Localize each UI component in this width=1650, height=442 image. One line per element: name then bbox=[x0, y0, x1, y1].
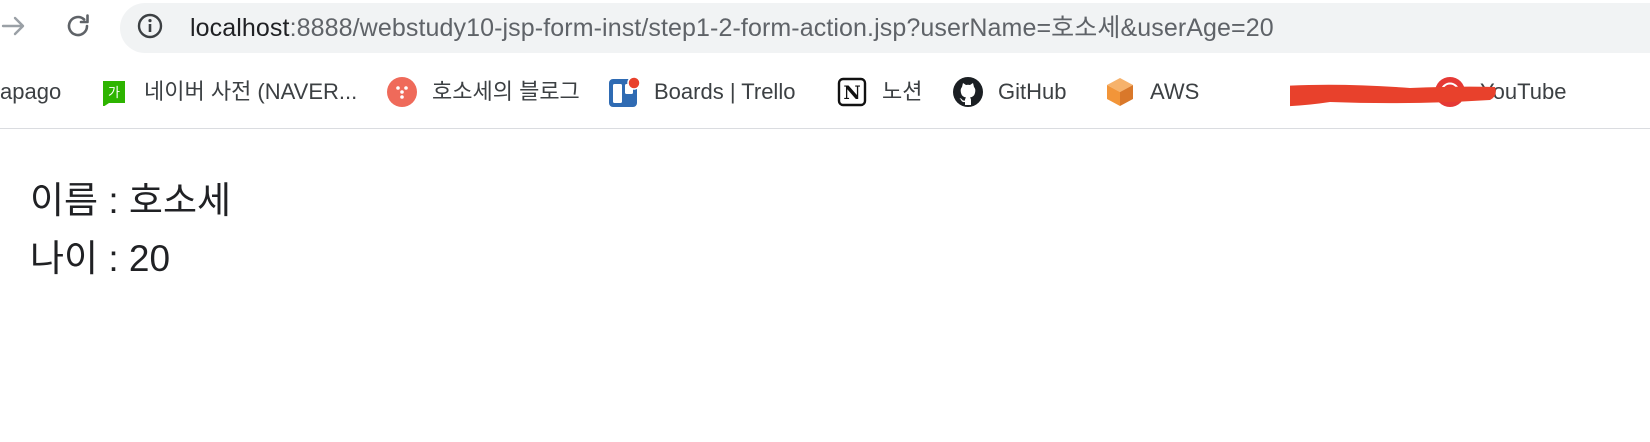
bookmark-label: 호소세의 블로그 bbox=[432, 79, 580, 104]
github-icon bbox=[952, 76, 984, 108]
bookmark-papago[interactable]: apago bbox=[0, 75, 61, 109]
user-age-line: 나이 : 20 bbox=[30, 238, 171, 279]
reload-icon bbox=[63, 11, 93, 46]
bookmark-notion[interactable]: N 노션 bbox=[836, 75, 922, 109]
bookmark-github[interactable]: GitHub bbox=[952, 75, 1066, 109]
bookmark-label: apago bbox=[0, 79, 62, 104]
page-content: 이름 : 호소세 나이 : 20 bbox=[30, 172, 231, 288]
url-text[interactable]: localhost:8888/webstudy10-jsp-form-inst/… bbox=[190, 14, 1274, 42]
toolbar-divider bbox=[0, 128, 1650, 129]
address-bar[interactable]: localhost:8888/webstudy10-jsp-form-inst/… bbox=[120, 3, 1650, 53]
url-host: localhost bbox=[190, 14, 290, 42]
bookmark-label: Boards | Trello bbox=[654, 79, 796, 104]
site-info-button[interactable] bbox=[136, 12, 164, 45]
trello-icon bbox=[608, 76, 640, 108]
forward-button[interactable] bbox=[0, 9, 32, 47]
bookmark-label: GitHub bbox=[998, 79, 1067, 104]
bookmark-blog[interactable]: 호소세의 블로그 bbox=[386, 75, 580, 109]
svg-text:가: 가 bbox=[108, 86, 120, 101]
reload-button[interactable] bbox=[59, 9, 97, 47]
blog-icon bbox=[386, 76, 418, 108]
naver-dictionary-icon: 가 bbox=[98, 76, 130, 108]
notion-icon: N bbox=[836, 76, 868, 108]
bookmark-trello[interactable]: Boards | Trello bbox=[608, 75, 795, 109]
user-name-line: 이름 : 호소세 bbox=[30, 180, 232, 221]
bookmark-label: 노션 bbox=[882, 79, 923, 104]
arrow-forward-icon bbox=[0, 11, 28, 46]
bookmark-label: AWS bbox=[1150, 79, 1200, 104]
svg-text:N: N bbox=[843, 82, 860, 104]
info-icon bbox=[136, 12, 164, 45]
browser-toolbar: localhost:8888/webstudy10-jsp-form-inst/… bbox=[0, 0, 1650, 56]
bookmark-aws[interactable]: AWS bbox=[1104, 75, 1199, 109]
bookmark-label: 네이버 사전 (NAVER... bbox=[144, 79, 358, 104]
bookmark-naver-dictionary[interactable]: 가 네이버 사전 (NAVER... bbox=[98, 75, 357, 109]
aws-cube-icon bbox=[1104, 76, 1136, 108]
redacted-scribble bbox=[1290, 84, 1496, 107]
url-path: :8888/webstudy10-jsp-form-inst/step1-2-f… bbox=[289, 14, 1274, 42]
